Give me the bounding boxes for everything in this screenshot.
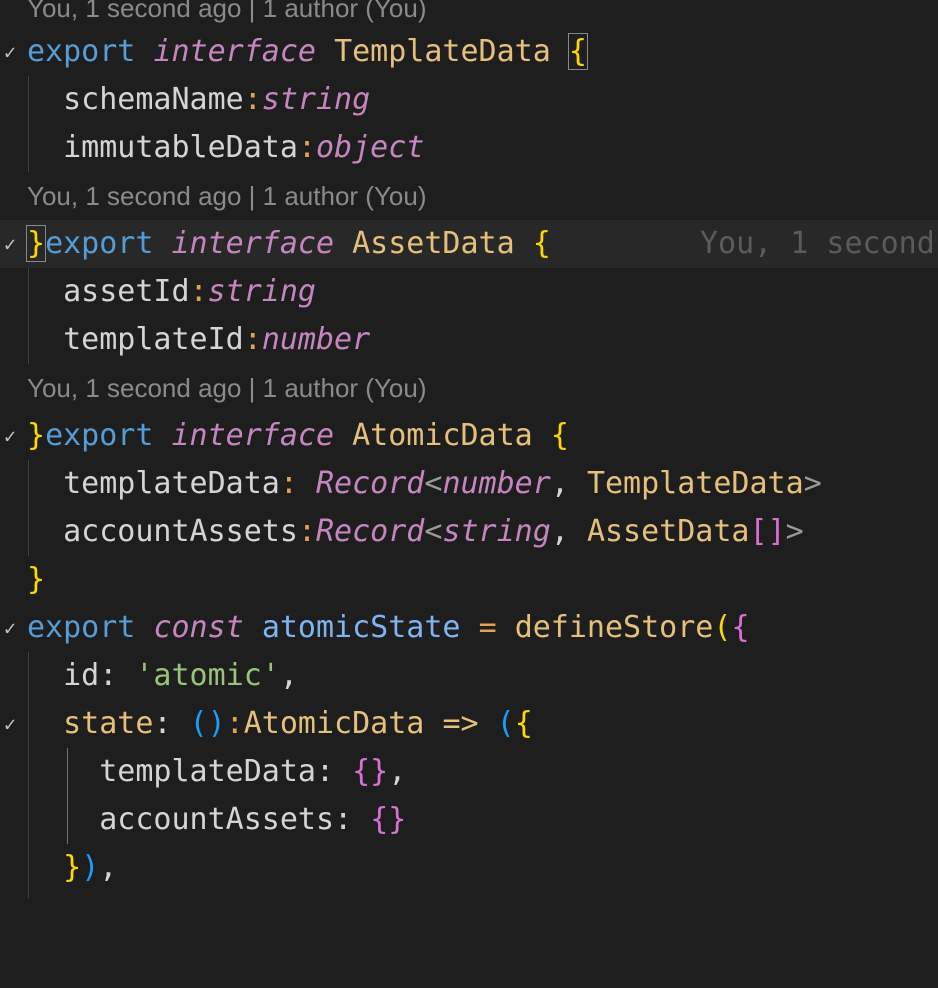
bracket: { bbox=[532, 226, 551, 261]
keyword: interface bbox=[171, 418, 335, 453]
code-line[interactable]: templateData: {}, bbox=[0, 748, 938, 796]
property: templateId bbox=[63, 322, 244, 357]
code-line[interactable]: ✓ state: ():AtomicData => ({ bbox=[0, 700, 938, 748]
code-line[interactable]: ✓ export const atomicState = defineStore… bbox=[0, 604, 938, 652]
keyword: export bbox=[27, 34, 136, 69]
string-literal: 'atomic' bbox=[135, 658, 280, 693]
code-line[interactable]: ✓ export interface TemplateData { bbox=[0, 28, 938, 76]
operator: => bbox=[442, 706, 479, 741]
fold-chevron-icon[interactable]: ✓ bbox=[0, 220, 20, 268]
property: id bbox=[63, 658, 100, 693]
punctuation: , bbox=[550, 466, 587, 501]
punctuation: : bbox=[189, 274, 208, 309]
bracket: [] bbox=[749, 514, 786, 549]
punctuation: , bbox=[388, 754, 407, 789]
punctuation: < bbox=[424, 514, 443, 549]
bracket: ( bbox=[713, 610, 732, 645]
codelens-blame[interactable]: You, 1 second ago | 1 author (You) bbox=[27, 364, 426, 412]
keyword: const bbox=[153, 610, 244, 645]
bracket: { bbox=[550, 418, 569, 453]
code-line[interactable]: id: 'atomic', bbox=[0, 652, 938, 700]
type-name: AssetData bbox=[352, 226, 515, 261]
punctuation: , bbox=[99, 850, 118, 885]
punctuation: : bbox=[297, 130, 316, 165]
property: immutableData bbox=[63, 130, 298, 165]
type-name: AssetData bbox=[586, 514, 750, 549]
property: assetId bbox=[63, 274, 190, 309]
bracket: { bbox=[514, 706, 533, 741]
property: schemaName bbox=[63, 82, 244, 117]
code-line[interactable]: }), bbox=[0, 844, 938, 892]
punctuation: : bbox=[316, 754, 353, 789]
code-line[interactable]: accountAssets:Record<string, AssetData[]… bbox=[0, 508, 938, 556]
keyword: interface bbox=[171, 226, 335, 261]
punctuation: , bbox=[279, 658, 298, 693]
type: string bbox=[442, 514, 551, 549]
punctuation: : bbox=[243, 82, 262, 117]
property: templateData bbox=[63, 466, 280, 501]
punctuation: : bbox=[334, 802, 371, 837]
bracket: { bbox=[731, 610, 750, 645]
bracket: } bbox=[27, 562, 46, 597]
bracket: {} bbox=[370, 802, 407, 837]
code-line[interactable]: templateId:number bbox=[0, 316, 938, 364]
bracket: () bbox=[189, 706, 226, 741]
keyword: export bbox=[27, 610, 136, 645]
keyword: export bbox=[45, 226, 154, 261]
type-name: TemplateData bbox=[334, 34, 551, 69]
code-line[interactable]: immutableData:object bbox=[0, 124, 938, 172]
code-editor[interactable]: You, 1 second ago | 1 author (You) ✓ exp… bbox=[0, 0, 938, 898]
fold-chevron-icon[interactable]: ✓ bbox=[0, 412, 20, 460]
punctuation: : bbox=[153, 706, 190, 741]
punctuation: : bbox=[99, 658, 136, 693]
keyword: interface bbox=[153, 34, 316, 69]
property: templateData bbox=[99, 754, 316, 789]
type-name: AtomicData bbox=[352, 418, 533, 453]
bracket: {} bbox=[352, 754, 389, 789]
type: Record bbox=[316, 514, 425, 549]
bracket: ) bbox=[81, 850, 100, 885]
code-line[interactable]: ✓ }export interface AtomicData { bbox=[0, 412, 938, 460]
bracket: ( bbox=[496, 706, 515, 741]
punctuation: > bbox=[803, 466, 822, 501]
function-name: defineStore bbox=[514, 610, 714, 645]
operator: = bbox=[478, 610, 497, 645]
punctuation: < bbox=[424, 466, 443, 501]
punctuation: : bbox=[225, 706, 244, 741]
bracket-match: } bbox=[25, 225, 47, 262]
fold-chevron-icon[interactable]: ✓ bbox=[0, 28, 20, 76]
fold-chevron-icon[interactable]: ✓ bbox=[0, 604, 20, 652]
fold-chevron-icon[interactable]: ✓ bbox=[0, 700, 20, 748]
bracket: } bbox=[63, 850, 82, 885]
codelens-blame[interactable]: You, 1 second ago | 1 author (You) bbox=[27, 172, 426, 220]
punctuation: > bbox=[785, 514, 804, 549]
code-line[interactable]: } bbox=[0, 556, 938, 604]
property: accountAssets bbox=[99, 802, 335, 837]
type: number bbox=[261, 322, 371, 357]
code-line[interactable]: assetId:string bbox=[0, 268, 938, 316]
type: string bbox=[207, 274, 316, 309]
type: Record bbox=[316, 466, 425, 501]
type: string bbox=[261, 82, 371, 117]
punctuation: , bbox=[550, 514, 587, 549]
punctuation: : bbox=[279, 466, 316, 501]
type: object bbox=[316, 130, 425, 165]
property: accountAssets bbox=[63, 514, 298, 549]
punctuation: : bbox=[297, 514, 316, 549]
bracket-match: { bbox=[567, 33, 588, 70]
method-name: state bbox=[63, 706, 154, 741]
code-line[interactable]: schemaName:string bbox=[0, 76, 938, 124]
punctuation: : bbox=[243, 322, 262, 357]
type: number bbox=[442, 466, 551, 501]
code-line-current[interactable]: ✓ }export interface AssetData { You, 1 s… bbox=[0, 220, 938, 268]
bracket: } bbox=[27, 418, 46, 453]
code-line[interactable]: accountAssets: {} bbox=[0, 796, 938, 844]
variable: atomicState bbox=[261, 610, 461, 645]
type-name: AtomicData bbox=[243, 706, 425, 741]
type-name: TemplateData bbox=[586, 466, 804, 501]
code-line[interactable]: templateData: Record<number, TemplateDat… bbox=[0, 460, 938, 508]
keyword: export bbox=[45, 418, 154, 453]
inline-blame: You, 1 second bbox=[700, 226, 935, 261]
